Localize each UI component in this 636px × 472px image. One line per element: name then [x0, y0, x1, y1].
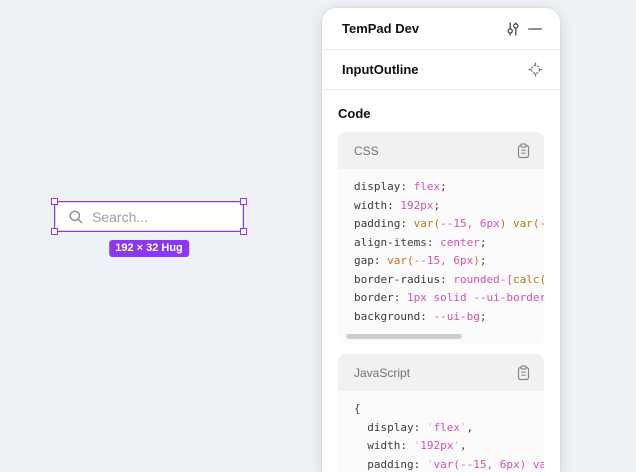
selection-handle-bottom-right[interactable] [240, 228, 247, 235]
javascript-code-block: JavaScript { display: 'flex', width: '19… [338, 354, 544, 472]
search-icon [68, 209, 84, 225]
css-block-header: CSS [338, 132, 544, 169]
selected-component-input-outline[interactable]: Search... [54, 201, 244, 232]
crosshair-target-icon [528, 62, 543, 77]
preferences-sliders-button[interactable] [502, 18, 524, 40]
selected-node-name: InputOutline [342, 62, 524, 77]
selected-node-row: InputOutline [322, 50, 560, 90]
plugin-title: TemPad Dev [342, 21, 502, 36]
copy-javascript-button[interactable] [512, 362, 534, 384]
selection-size-badge: 192 × 32 Hug [109, 240, 189, 257]
clipboard-copy-icon [516, 365, 531, 381]
selection-handle-top-right[interactable] [240, 198, 247, 205]
search-placeholder-text: Search... [92, 209, 148, 225]
javascript-block-header: JavaScript [338, 354, 544, 391]
sliders-icon [505, 21, 521, 37]
code-section: Code CSS display: flex;width: 192px [322, 90, 560, 472]
css-code-block: CSS display: flex;width: 192px;padding: … [338, 132, 544, 344]
clipboard-copy-icon [516, 143, 531, 159]
search-input[interactable]: Search... [55, 202, 243, 231]
tempad-dev-plugin-panel: TemPad Dev InputOutline [322, 8, 560, 472]
copy-css-button[interactable] [512, 140, 534, 162]
minimize-button[interactable] [524, 18, 546, 40]
css-horizontal-scrollbar[interactable] [342, 332, 540, 341]
locate-node-button[interactable] [524, 59, 546, 81]
selection-handle-top-left[interactable] [51, 198, 58, 205]
code-section-title: Code [338, 106, 544, 121]
css-block-label: CSS [354, 144, 512, 158]
minimize-icon [527, 21, 543, 37]
plugin-header: TemPad Dev [322, 8, 560, 50]
javascript-code[interactable]: { display: 'flex', width: '192px', paddi… [338, 391, 544, 472]
css-scrollbar-thumb[interactable] [346, 334, 462, 339]
selection-handle-bottom-left[interactable] [51, 228, 58, 235]
css-code[interactable]: display: flex;width: 192px;padding: var(… [338, 169, 544, 330]
javascript-block-label: JavaScript [354, 366, 512, 380]
